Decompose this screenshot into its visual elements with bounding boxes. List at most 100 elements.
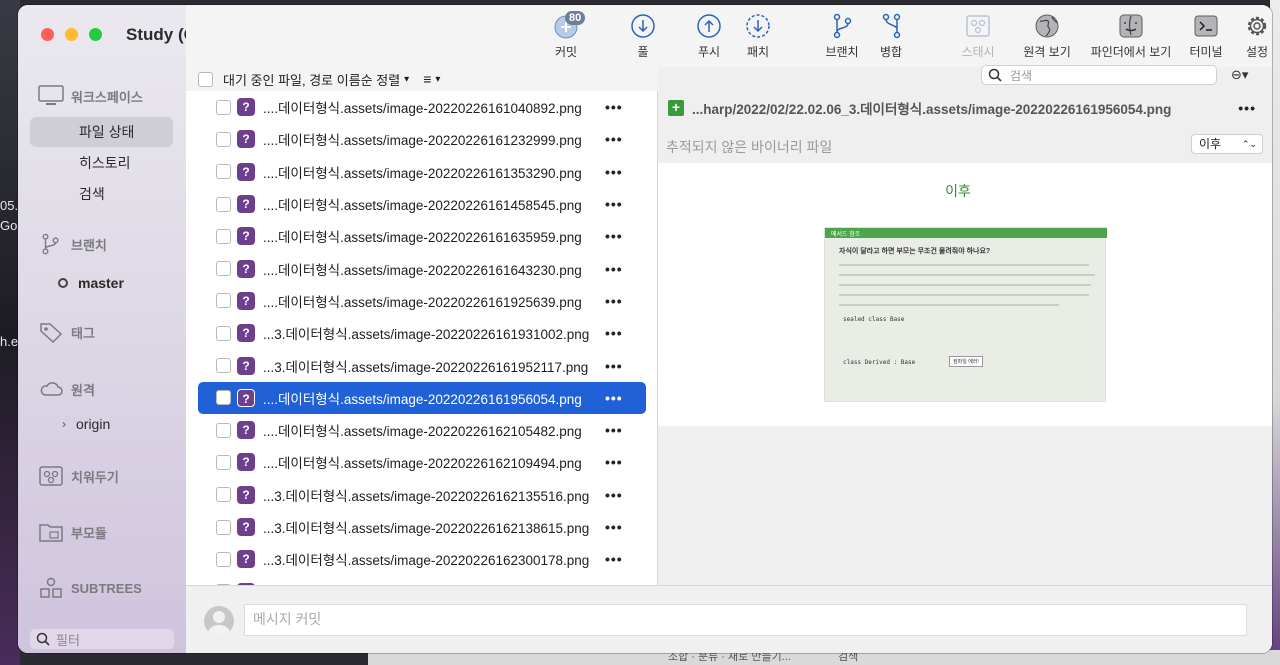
file-more-button[interactable]: ••• (605, 131, 623, 147)
remote-view-button[interactable]: 원격 보기 (1020, 13, 1074, 60)
more-options-icon[interactable]: ⊖▾ (1231, 67, 1248, 83)
merge-button[interactable]: 병합 (876, 13, 906, 60)
chevron-down-icon[interactable]: ▾ (435, 74, 440, 85)
sidebar-item-branch-master[interactable]: master (58, 275, 124, 291)
stage-checkbox[interactable] (216, 551, 231, 567)
file-list-row[interactable]: ? ....데이터형식.assets/image-2022022616163595… (198, 220, 646, 252)
file-more-button[interactable]: ••• (605, 551, 623, 567)
toolbar-label: 설정 (1245, 45, 1269, 59)
image-preview-area: 이후 메서드 참조 자식이 달라고 하면 부모는 무조건 물려줘야 하나요? s… (658, 163, 1272, 426)
file-more-button[interactable]: ••• (605, 196, 623, 212)
sidebar-item-remote-origin[interactable]: › origin (62, 416, 110, 432)
file-list-row[interactable]: ? ....데이터형식.assets/image-2022022616123299… (198, 123, 646, 155)
file-list-row[interactable]: ? ...3.데이터형식.assets/image-202202261621355… (198, 479, 646, 511)
file-list-row[interactable]: ? ....데이터형식.assets/image-2022022616192563… (198, 285, 646, 317)
file-list-row[interactable]: ? ....데이터형식.assets/image-2022022616135329… (198, 156, 646, 188)
sidebar-section-submodules[interactable]: 부모듈 (38, 521, 107, 543)
select-all-checkbox[interactable] (198, 71, 213, 87)
file-more-button[interactable]: ••• (605, 228, 623, 244)
diff-more-button[interactable]: ••• (1238, 100, 1256, 116)
file-more-button[interactable]: ••• (605, 390, 623, 406)
fetch-button[interactable]: 패치 (740, 13, 776, 60)
stage-checkbox[interactable] (216, 99, 231, 115)
settings-button[interactable]: 설정 (1244, 13, 1270, 60)
chevron-right-icon[interactable]: › (62, 417, 66, 431)
stage-checkbox[interactable] (216, 293, 231, 309)
file-more-button[interactable]: ••• (605, 164, 623, 180)
stash-button[interactable]: 스태시 (956, 13, 1000, 60)
toolbar-label: 파인더에서 보기 (1090, 45, 1172, 59)
branch-button[interactable]: 브랜치 (822, 13, 862, 60)
file-list-row[interactable]: ? ...3.데이터형식.assets/image-202202261619310… (198, 317, 646, 349)
image-text-line (839, 284, 1091, 286)
updown-chevron-icon: ⌃⌄ (1241, 139, 1257, 149)
sidebar-section-remotes[interactable]: 원격 (38, 378, 95, 400)
file-list-row[interactable]: ? ....데이터형식.assets/image-2022022616210949… (198, 446, 646, 478)
file-list-row[interactable]: ? ....데이터형식.assets/image-2022022616164323… (198, 252, 646, 284)
close-window-button[interactable] (41, 28, 54, 41)
commit-button[interactable]: 80 커밋 (546, 11, 586, 60)
file-more-button[interactable]: ••• (605, 358, 623, 374)
stage-checkbox[interactable] (216, 131, 231, 147)
diff-file-header: + ...harp/2022/02/22.02.06_3.데이터형식.asset… (658, 91, 1272, 125)
file-more-button[interactable]: ••• (605, 519, 623, 535)
sidebar-section-label: 원격 (71, 382, 95, 398)
stage-checkbox[interactable] (216, 454, 231, 470)
sidebar-item-history[interactable]: 히스토리 (30, 148, 173, 178)
file-more-button[interactable]: ••• (605, 293, 623, 309)
file-more-button[interactable]: ••• (605, 325, 623, 341)
zoom-window-button[interactable] (89, 28, 102, 41)
file-list-row[interactable]: ? ....데이터형식.assets/image-2022022616145854… (198, 188, 646, 220)
file-more-button[interactable]: ••• (605, 99, 623, 115)
untracked-status-icon: ? (237, 259, 255, 278)
sidebar-section-label: 치워두기 (71, 469, 119, 485)
stage-checkbox[interactable] (216, 390, 231, 406)
file-more-button[interactable]: ••• (605, 454, 623, 470)
file-name: ....데이터형식.assets/image-20220226161232999… (263, 133, 582, 149)
show-in-finder-button[interactable]: 파인더에서 보기 (1086, 13, 1176, 60)
staged-files-sort-dropdown[interactable]: 대기 중인 파일, 경로 이름순 정렬 (223, 70, 400, 89)
pull-button[interactable]: 풀 (628, 13, 658, 60)
sidebar-section-subtrees[interactable]: SUBTREES (38, 577, 142, 599)
sidebar-section-tags[interactable]: 태그 (38, 321, 95, 343)
file-list-row[interactable]: ? ...3.데이터형식.assets/image-202202261619521… (198, 349, 646, 381)
search-field[interactable]: 검색 (981, 65, 1217, 85)
globe-icon (1034, 13, 1060, 39)
image-tag-text: 메서드 참조 (831, 232, 861, 238)
sidebar-section-stashes[interactable]: 치워두기 (38, 465, 119, 487)
file-list-row[interactable]: ? ...3.데이터형식.assets/image-202202261623001… (198, 543, 646, 575)
stage-checkbox[interactable] (216, 228, 231, 244)
chevron-down-icon[interactable]: ▾ (404, 74, 409, 85)
list-view-options-icon[interactable]: ≡ (423, 71, 431, 87)
push-button[interactable]: 푸시 (691, 13, 727, 60)
file-more-button[interactable]: ••• (605, 487, 623, 503)
stage-checkbox[interactable] (216, 261, 231, 277)
added-file-icon[interactable]: + (668, 100, 684, 116)
stage-checkbox[interactable] (216, 196, 231, 212)
sidebar-section-branches[interactable]: 브랜치 (38, 233, 107, 255)
stage-checkbox[interactable] (216, 422, 231, 438)
commit-message-input[interactable]: 메시지 커밋 (244, 604, 1247, 636)
file-list-row[interactable]: ? ....데이터형식.assets/image-2022022616104089… (198, 91, 646, 123)
stage-checkbox[interactable] (216, 487, 231, 503)
stage-checkbox[interactable] (216, 519, 231, 535)
sidebar-item-search[interactable]: 검색 (30, 179, 173, 209)
sidebar-section-label: 부모듈 (71, 525, 107, 541)
sidebar-item-file-status[interactable]: 파일 상태 (30, 117, 173, 147)
file-more-button[interactable]: ••• (605, 261, 623, 277)
file-list-row[interactable]: ? ....데이터형식.assets/image-2022022616210548… (198, 414, 646, 446)
sidebar-filter-field[interactable]: 필터 (30, 629, 174, 649)
stage-checkbox[interactable] (216, 164, 231, 180)
stage-checkbox[interactable] (216, 325, 231, 341)
minimize-window-button[interactable] (65, 28, 78, 41)
file-list-row[interactable]: ? ....데이터형식.assets/image-2022022616195605… (198, 381, 646, 414)
image-text-line (839, 304, 1059, 306)
diff-view-select[interactable]: 이후 ⌃⌄ (1191, 134, 1263, 154)
image-heading-text: 자식이 달라고 하면 부모는 무조건 물려줘야 하나요? (839, 248, 991, 255)
image-text-line (839, 264, 1089, 266)
terminal-button[interactable]: 터미널 (1188, 13, 1224, 60)
stage-checkbox[interactable] (216, 358, 231, 374)
sidebar-section-workspace: 워크스페이스 (38, 85, 143, 107)
file-more-button[interactable]: ••• (605, 422, 623, 438)
file-list-row[interactable]: ? ...3.데이터형식.assets/image-202202261621386… (198, 511, 646, 543)
